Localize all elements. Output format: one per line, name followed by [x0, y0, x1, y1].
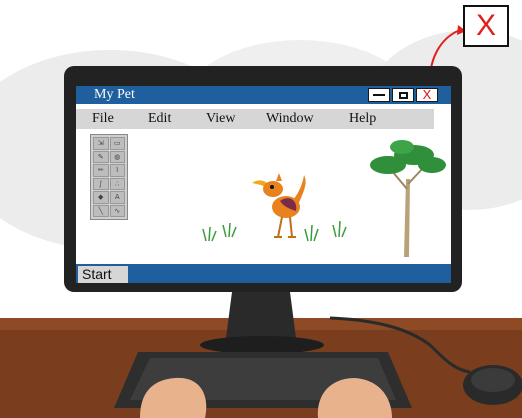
maximize-icon: [398, 91, 408, 99]
desktop-screen: My Pet X File Edit View Window Help ⇲ ▭ …: [76, 86, 451, 283]
menu-window[interactable]: Window: [266, 110, 314, 128]
bird-illustration: [252, 173, 306, 238]
tree-illustration: [370, 140, 446, 257]
maximize-button[interactable]: [392, 88, 414, 102]
menu-file[interactable]: File: [92, 110, 114, 128]
pet-canvas[interactable]: [76, 129, 451, 264]
window-title: My Pet: [94, 87, 135, 102]
menu-view[interactable]: View: [206, 110, 235, 128]
close-callout: X: [463, 5, 509, 47]
close-button[interactable]: X: [416, 88, 438, 102]
menu-bar: File Edit View Window Help: [76, 109, 434, 129]
minimize-icon: [373, 94, 385, 96]
taskbar: Start: [76, 264, 451, 283]
menu-edit[interactable]: Edit: [148, 110, 171, 128]
close-icon: X: [422, 87, 432, 102]
minimize-button[interactable]: [368, 88, 390, 102]
window-titlebar[interactable]: My Pet X: [76, 86, 451, 104]
menu-help[interactable]: Help: [349, 110, 376, 128]
start-button[interactable]: Start: [78, 266, 128, 283]
